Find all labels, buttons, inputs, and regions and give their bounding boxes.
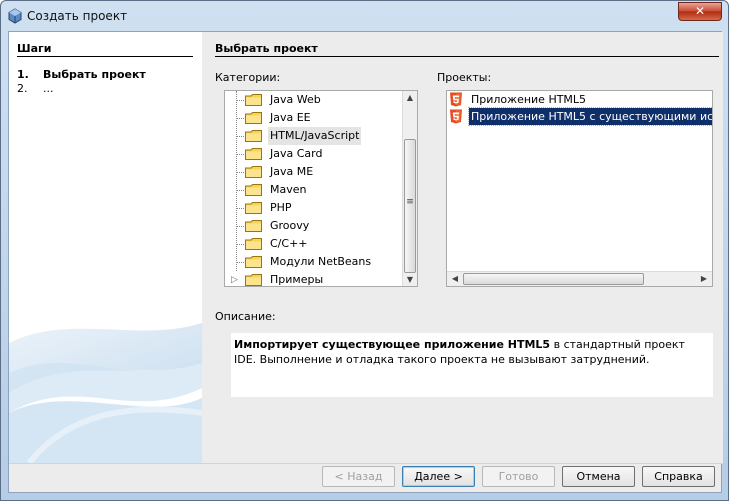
project-label: Приложение HTML5 с существующими исходн [467, 107, 712, 126]
folder-icon [245, 94, 262, 106]
title-bar[interactable]: Создать проект ✕ [1, 1, 728, 31]
scroll-right-icon[interactable]: ▶ [697, 274, 711, 283]
page-title: Выбрать проект [215, 42, 318, 55]
main-panel: Выбрать проект Категории: Проекты: Java … [202, 32, 723, 463]
category-item[interactable]: Модули NetBeans [225, 253, 403, 271]
button-bar-divider [9, 463, 723, 464]
dialog-window: Создать проект ✕ Шаги 1. Выбрать проект 2… [0, 0, 729, 501]
scroll-down-icon[interactable]: ▼ [403, 275, 417, 284]
step-2: 2.... [17, 82, 54, 95]
category-item[interactable]: Java EE [225, 109, 403, 127]
tree-connector [236, 100, 244, 101]
next-button[interactable]: Далее > [402, 466, 475, 487]
category-item[interactable]: Maven [225, 181, 403, 199]
back-button[interactable]: < Назад [322, 466, 395, 487]
category-item[interactable]: Java ME [225, 163, 403, 181]
folder-icon [245, 112, 262, 124]
tree-connector [236, 172, 244, 173]
help-button[interactable]: Справка [642, 466, 715, 487]
decorative-swoosh [9, 323, 202, 463]
tree-connector [236, 154, 244, 155]
step-label: ... [43, 82, 54, 95]
category-label: Java EE [270, 111, 311, 124]
html5-icon [449, 109, 463, 124]
steps-divider [17, 56, 193, 57]
folder-icon [245, 148, 262, 160]
category-label: Java Card [270, 147, 323, 160]
projects-list[interactable]: Приложение HTML5 Приложение HTML5 с сущес… [446, 90, 713, 287]
folder-icon [245, 202, 262, 214]
tree-connector [236, 190, 244, 191]
dialog-client: Шаги 1. Выбрать проект 2.... Выбрать про… [8, 31, 723, 493]
project-item[interactable]: Приложение HTML5 с существующими исходн [447, 107, 712, 126]
close-button[interactable]: ✕ [678, 2, 722, 21]
tree-connector [236, 244, 244, 245]
steps-panel: Шаги 1. Выбрать проект 2.... [9, 32, 202, 463]
scroll-up-icon[interactable]: ▲ [403, 93, 417, 102]
category-label: Примеры [270, 273, 324, 286]
netbeans-cube-icon [8, 8, 22, 24]
window-title: Создать проект [27, 9, 128, 23]
projects-label: Проекты: [437, 71, 492, 84]
category-label: C/C++ [270, 237, 308, 250]
category-item[interactable]: Groovy [225, 217, 403, 235]
folder-icon [245, 220, 262, 232]
category-item[interactable]: HTML/JavaScript [225, 127, 403, 145]
category-item[interactable]: PHP [225, 199, 403, 217]
category-label: PHP [270, 201, 292, 214]
folder-icon [245, 130, 262, 142]
category-label: Groovy [270, 219, 310, 232]
project-label: Приложение HTML5 [471, 93, 587, 106]
folder-icon [245, 166, 262, 178]
scroll-thumb[interactable] [463, 273, 644, 285]
step-1: 1. Выбрать проект [17, 68, 146, 81]
html5-icon [449, 92, 463, 107]
folder-icon [245, 184, 262, 196]
description-box: Импортирует существующее приложение HTML… [231, 333, 713, 397]
category-label: Java Web [270, 93, 321, 106]
tree-connector [236, 226, 244, 227]
description-bold: Импортирует существующее приложение HTML… [234, 338, 551, 351]
project-item[interactable]: Приложение HTML5 [447, 91, 712, 108]
categories-vscrollbar[interactable]: ▲ ≡ ▼ [402, 91, 417, 286]
categories-tree[interactable]: Java Web Java EE HTML/JavaScript Java Card J… [224, 90, 418, 287]
category-label: HTML/JavaScript [268, 127, 362, 145]
projects-hscrollbar[interactable]: ◀ ▶ [447, 271, 712, 286]
expand-icon[interactable]: ▷ [231, 271, 238, 286]
folder-icon [245, 238, 262, 250]
steps-heading: Шаги [17, 42, 52, 55]
tree-connector [236, 262, 244, 263]
category-item[interactable]: Java Web [225, 91, 403, 109]
category-item[interactable]: Java Card [225, 145, 403, 163]
category-item[interactable]: ▷ Примеры [225, 271, 403, 286]
folder-icon [245, 274, 262, 286]
tree-connector [236, 136, 244, 137]
category-label: Модули NetBeans [270, 255, 372, 268]
thumb-grip-icon: ≡ [406, 197, 414, 207]
step-number: 1. [17, 68, 29, 81]
category-label: Java ME [270, 165, 314, 178]
description-label: Описание: [215, 310, 276, 323]
step-number: 2. [17, 82, 28, 95]
category-label: Maven [270, 183, 307, 196]
finish-button[interactable]: Готово [482, 466, 555, 487]
categories-label: Категории: [215, 71, 281, 84]
folder-icon [245, 256, 262, 268]
step-label: Выбрать проект [43, 68, 146, 81]
category-item[interactable]: C/C++ [225, 235, 403, 253]
tree-connector [236, 208, 244, 209]
tree-connector [236, 118, 244, 119]
title-divider [215, 56, 719, 57]
cancel-button[interactable]: Отмена [562, 466, 635, 487]
scroll-left-icon[interactable]: ◀ [448, 274, 462, 283]
